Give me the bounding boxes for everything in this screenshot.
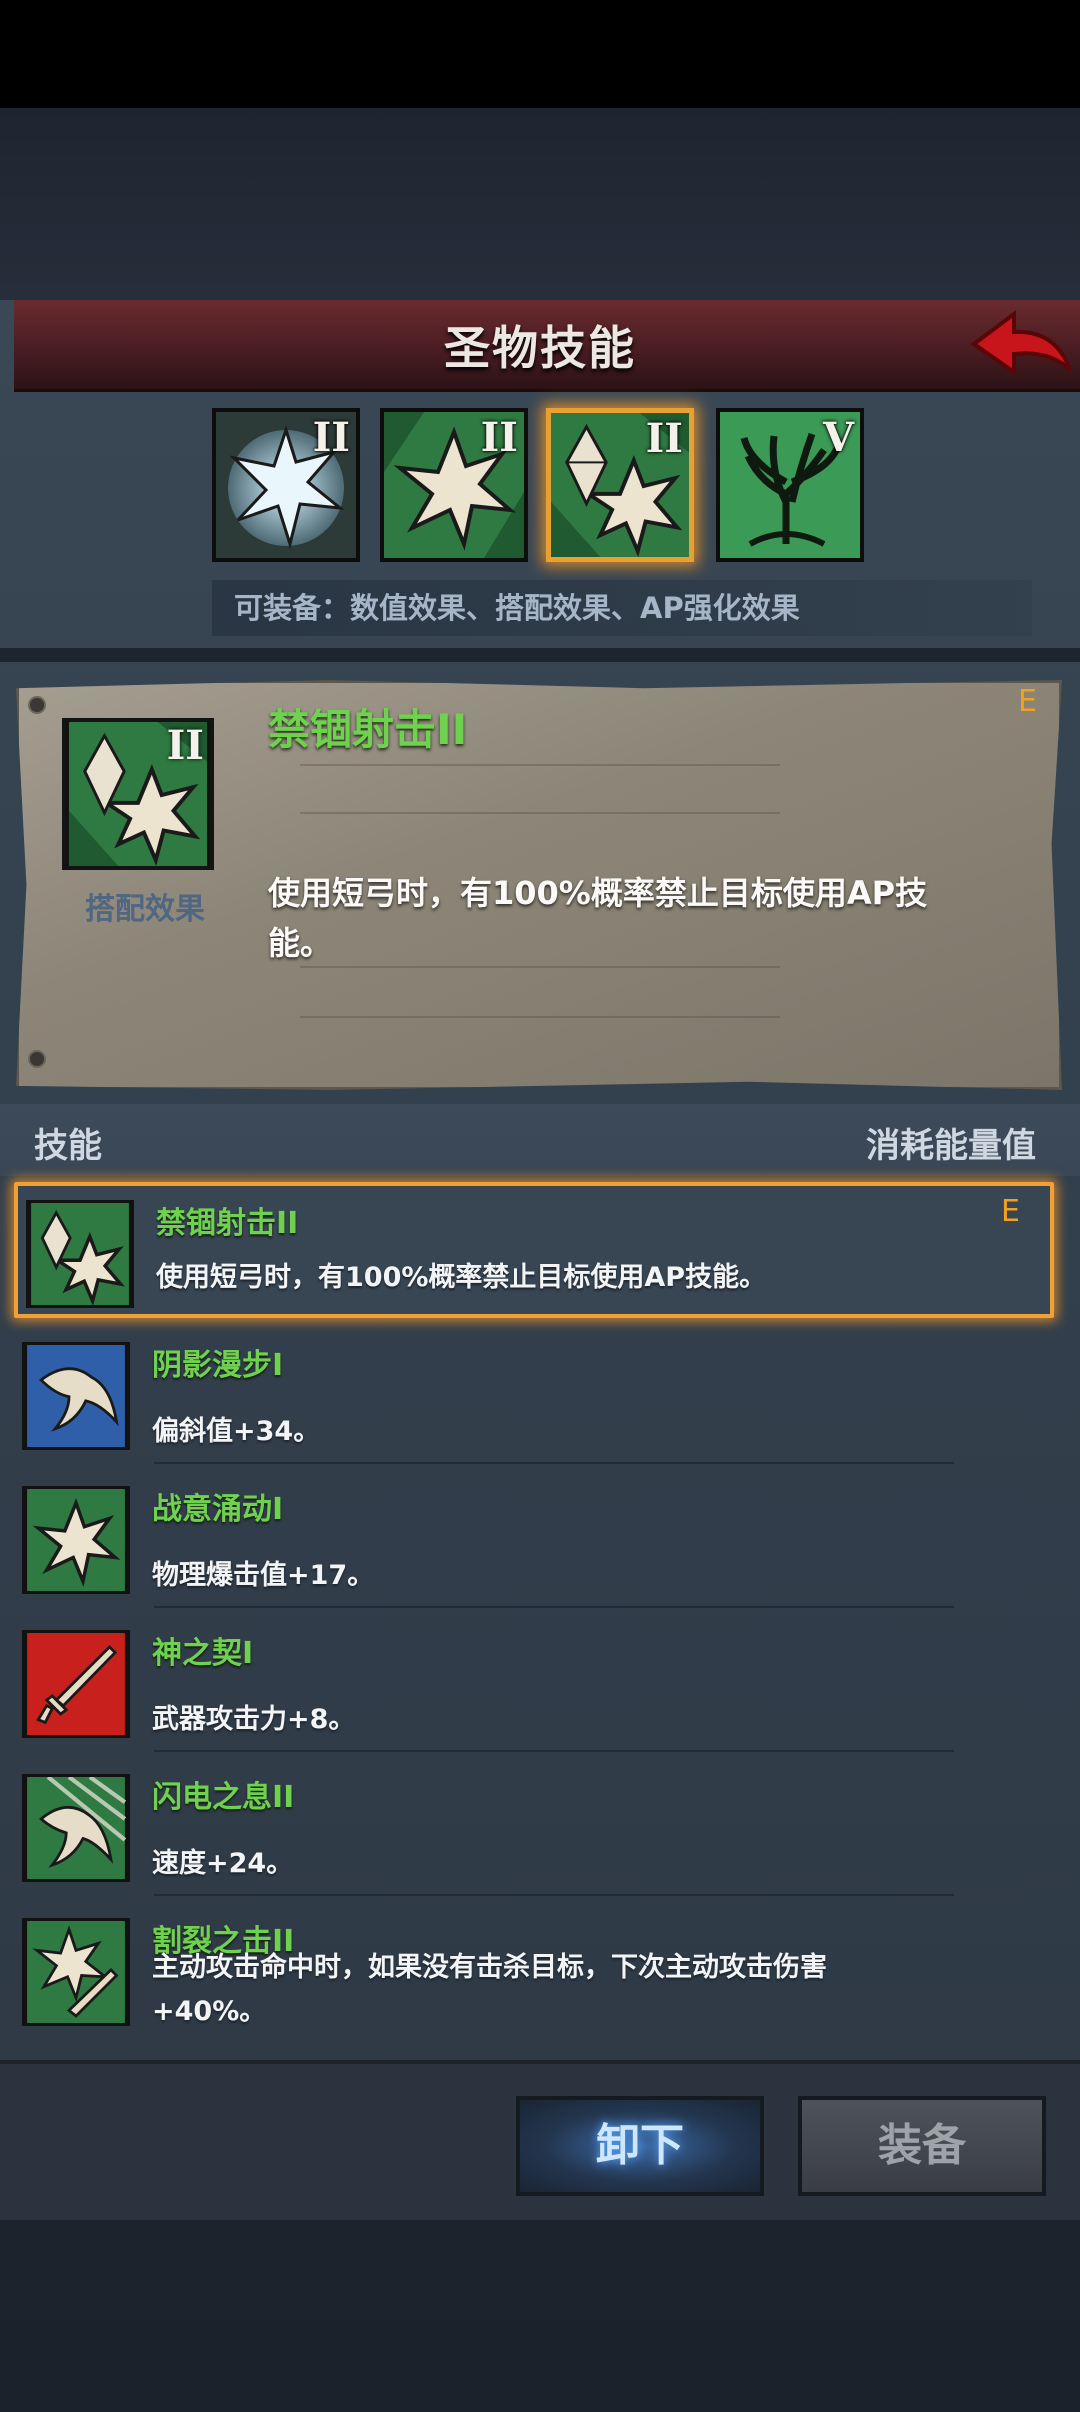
row-separator xyxy=(154,1750,954,1752)
star-burst-icon xyxy=(27,1489,125,1591)
rivet-icon xyxy=(28,696,46,714)
relic-slot-4[interactable]: V xyxy=(716,408,864,562)
relic-slot-1[interactable]: II xyxy=(212,408,360,562)
skill-desc: 武器攻击力+8。 xyxy=(152,1704,356,1735)
crystal-burst-icon xyxy=(31,1203,129,1305)
unequip-button[interactable]: 卸下 xyxy=(516,2096,764,2196)
sword-icon xyxy=(27,1633,125,1735)
card-rule xyxy=(300,1016,780,1018)
card-rule xyxy=(300,812,780,814)
skill-list-item[interactable]: 割裂之击II 主动攻击命中时，如果没有击杀目标，下次主动攻击伤害+40%。 xyxy=(14,1904,1054,2040)
skill-name: 禁锢射击II xyxy=(156,1206,299,1241)
skill-icon xyxy=(22,1918,130,2026)
skill-icon xyxy=(22,1630,130,1738)
skill-desc: 主动攻击命中时，如果没有击杀目标，下次主动攻击伤害+40%。 xyxy=(152,1952,827,2027)
detail-grade-badge: E xyxy=(1018,684,1037,719)
equip-hint: 可装备：数值效果、搭配效果、AP强化效果 xyxy=(212,580,1032,636)
skill-grade: E xyxy=(1001,1194,1020,1229)
skill-desc: 速度+24。 xyxy=(152,1848,294,1879)
skill-name: 神之契I xyxy=(152,1636,254,1671)
list-header-energy: 消耗能量值 xyxy=(866,1126,1036,1166)
divider xyxy=(0,648,1080,662)
skill-name: 闪电之息II xyxy=(152,1780,295,1815)
burst-sword-icon xyxy=(27,1921,125,2023)
skill-list-item[interactable]: 神之契I 武器攻击力+8。 xyxy=(14,1616,1054,1752)
list-header-skill: 技能 xyxy=(34,1126,102,1166)
skill-list-item[interactable]: 禁锢射击II E 使用短弓时，有100%概率禁止目标使用AP技能。 xyxy=(14,1182,1054,1318)
rivet-icon xyxy=(28,1050,46,1068)
relic-slot-2[interactable]: II xyxy=(380,408,528,562)
skill-name: 战意涌动I xyxy=(152,1492,284,1527)
skill-name: 阴影漫步I xyxy=(152,1348,284,1383)
skill-icon xyxy=(22,1342,130,1450)
detail-rank: II xyxy=(166,722,204,769)
lightning-bird-icon xyxy=(27,1777,127,1879)
detail-skill-type: 搭配效果 xyxy=(85,892,205,927)
skill-desc: 物理爆击值+17。 xyxy=(152,1560,375,1591)
detail-skill-title: 禁锢射击II xyxy=(268,705,468,754)
back-arrow-icon xyxy=(970,310,1072,376)
skill-icon xyxy=(22,1486,130,1594)
detail-skill-desc: 使用短弓时，有100%概率禁止目标使用AP技能。 xyxy=(268,874,928,962)
slot-rank: II xyxy=(645,415,683,462)
equip-button[interactable]: 装备 xyxy=(798,2096,1046,2196)
skill-list-item[interactable]: 闪电之息II 速度+24。 xyxy=(14,1760,1054,1896)
detail-skill-icon: II xyxy=(62,718,214,870)
row-separator xyxy=(154,1894,954,1896)
skill-icon xyxy=(26,1200,134,1308)
skill-list-item[interactable]: 战意涌动I 物理爆击值+17。 xyxy=(14,1472,1054,1608)
page-title: 圣物技能 xyxy=(444,321,636,375)
slot-rank: II xyxy=(480,414,518,461)
skill-desc: 偏斜值+34。 xyxy=(152,1416,321,1447)
back-button[interactable] xyxy=(966,300,1076,388)
row-separator xyxy=(154,1606,954,1608)
slot-rank: V xyxy=(822,414,854,461)
status-bar-area xyxy=(0,0,1080,108)
slot-rank: II xyxy=(312,414,350,461)
bird-icon xyxy=(27,1345,125,1447)
card-rule xyxy=(300,764,780,766)
skill-desc: 使用短弓时，有100%概率禁止目标使用AP技能。 xyxy=(156,1262,767,1293)
relic-slot-3[interactable]: II xyxy=(546,408,694,562)
skill-icon xyxy=(22,1774,130,1882)
skill-list-item[interactable]: 阴影漫步I 偏斜值+34。 xyxy=(14,1328,1054,1464)
row-separator xyxy=(154,1462,954,1464)
